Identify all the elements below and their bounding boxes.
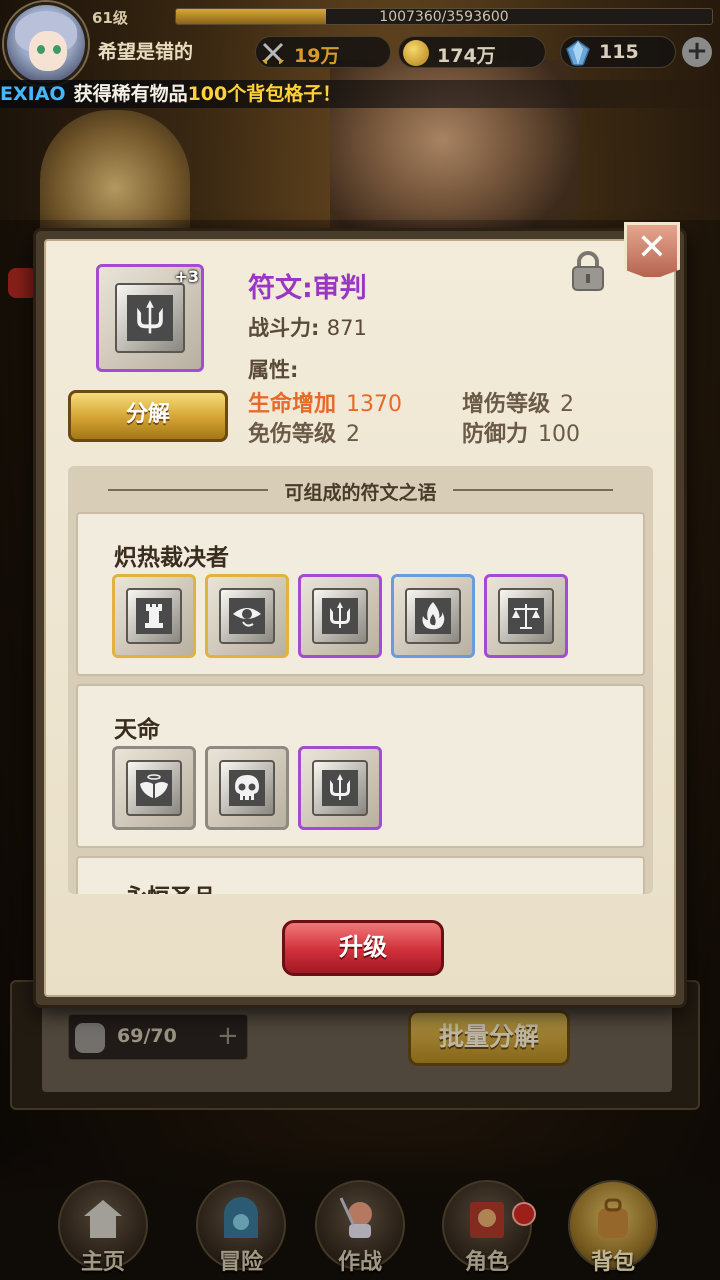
close-icon: ✕ xyxy=(636,227,668,268)
rune-power-label: 战斗力: xyxy=(248,316,320,340)
lock-icon[interactable] xyxy=(570,250,606,292)
selected-rune: +3 xyxy=(96,264,204,372)
top-hud: 61级 1007360/3593600 希望是错的 19万 174万 115 + xyxy=(0,0,720,86)
add-gems-button[interactable]: + xyxy=(682,37,712,67)
attribute-item: 增伤等级 2 xyxy=(462,392,575,417)
combat-power-value: 19万 xyxy=(294,45,340,67)
runewords-header: 可组成的符文之语 xyxy=(68,478,653,504)
attribute-item: 生命增加 1370 xyxy=(248,392,403,417)
exp-bar: 1007360/3593600 xyxy=(175,8,713,25)
player-level: 61级 xyxy=(92,9,128,27)
gold-pill: 174万 xyxy=(398,36,546,68)
rune-slot[interactable] xyxy=(391,574,475,658)
runeword-name: 天命 xyxy=(114,717,160,743)
runeword-card[interactable]: 天命 xyxy=(76,684,645,848)
rune-slot[interactable] xyxy=(298,746,382,830)
broadcast-notice: EXIAO 获得稀有物品100个背包格子！ xyxy=(0,80,720,108)
rune-slot[interactable] xyxy=(205,746,289,830)
gold-coin-icon xyxy=(403,40,429,66)
runewords-list[interactable]: 可组成的符文之语 炽热裁决者 天命 xyxy=(68,466,653,894)
rune-slot[interactable] xyxy=(298,574,382,658)
rune-power-value: 871 xyxy=(326,316,367,340)
exp-text: 1007360/3593600 xyxy=(379,9,509,25)
trident-icon xyxy=(127,295,173,341)
scales-icon xyxy=(508,598,544,634)
attribute-item: 防御力 100 xyxy=(462,422,581,447)
gem-value: 115 xyxy=(599,41,639,63)
rune-slot[interactable] xyxy=(112,746,196,830)
notice-item: 100个背包格子！ xyxy=(187,83,342,105)
rune-title: 符文:审判 xyxy=(248,273,367,304)
skull-icon xyxy=(229,770,265,806)
gem-pill: 115 xyxy=(560,36,676,68)
decompose-button[interactable]: 分解 xyxy=(68,390,228,442)
runeword-name: 炽热裁决者 xyxy=(114,545,229,571)
runeword-name: 永恒圣品 xyxy=(124,878,216,894)
upgrade-button[interactable]: 升级 xyxy=(282,920,444,976)
combat-power-pill: 19万 xyxy=(255,36,391,68)
notice-player: EXIAO xyxy=(0,83,66,105)
close-button[interactable]: ✕ xyxy=(624,222,680,280)
player-name: 希望是错的 xyxy=(98,41,194,63)
runeword-card[interactable]: 炽热裁决者 xyxy=(76,512,645,676)
player-avatar[interactable] xyxy=(4,2,88,86)
eye-icon xyxy=(229,598,265,634)
rune-slot[interactable] xyxy=(484,574,568,658)
angel-wings-icon xyxy=(136,770,172,806)
rune-power: 战斗力: 871 xyxy=(248,312,367,342)
attributes-label: 属性: xyxy=(248,358,299,382)
tower-icon xyxy=(136,598,172,634)
trident-icon xyxy=(322,770,358,806)
crossed-swords-icon xyxy=(262,42,284,64)
rune-slot[interactable] xyxy=(112,574,196,658)
attribute-item: 免伤等级 2 xyxy=(248,422,361,447)
notice-message: 获得稀有物品 xyxy=(73,83,188,105)
gem-icon xyxy=(566,40,590,66)
gold-value: 174万 xyxy=(437,45,496,67)
runeword-card[interactable]: 永恒圣品 xyxy=(76,856,645,894)
rune-slot[interactable] xyxy=(205,574,289,658)
flame-icon xyxy=(415,598,451,634)
rune-plus-level: +3 xyxy=(174,267,199,286)
trident-icon xyxy=(322,598,358,634)
